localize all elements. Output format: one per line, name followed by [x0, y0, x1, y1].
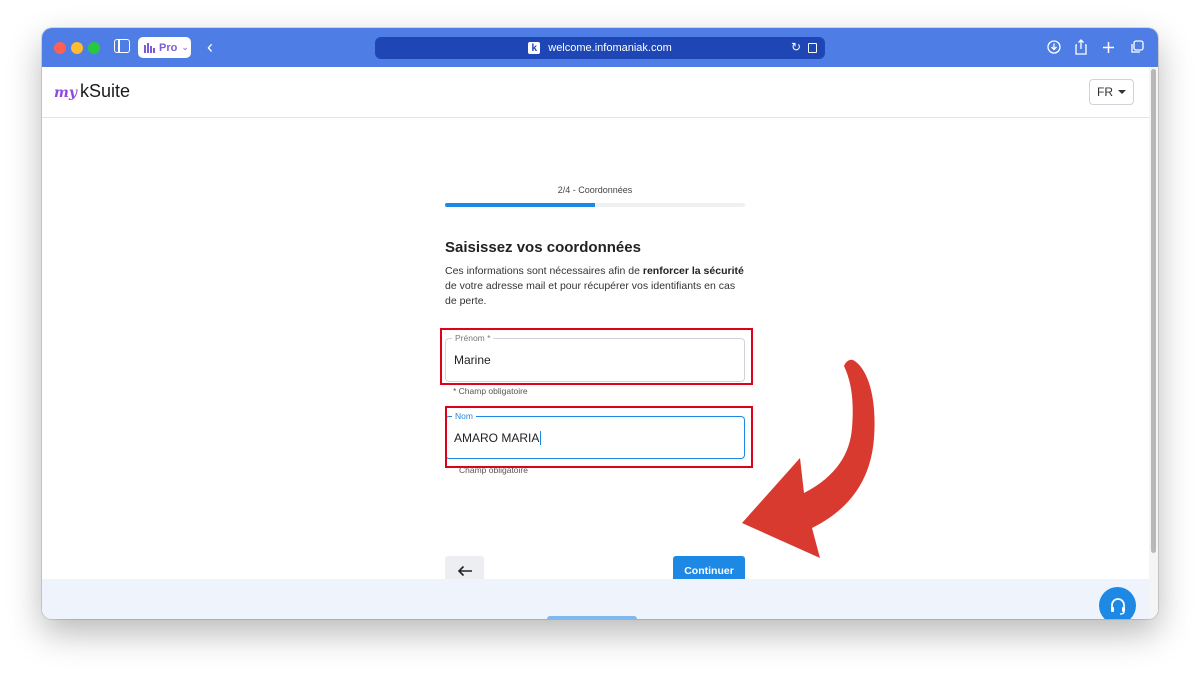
step-indicator: 2/4 - Coordonnées — [557, 185, 633, 195]
tab-overview-icon[interactable] — [1128, 38, 1146, 56]
logo-prefix: my — [54, 85, 77, 101]
desc-text-1: Ces informations sont nécessaires afin d… — [445, 265, 643, 277]
language-value: FR — [1097, 85, 1113, 99]
browser-window: Pro ⌄ ‹ k welcome.infomaniak.com ↻ my kS… — [42, 28, 1158, 619]
desc-text-2: de votre adresse mail et pour récupérer … — [445, 280, 736, 307]
browser-toolbar: Pro ⌄ ‹ k welcome.infomaniak.com ↻ — [42, 28, 1158, 67]
progress-fill — [445, 203, 595, 207]
url-text: welcome.infomaniak.com — [548, 42, 672, 54]
support-button[interactable] — [1099, 587, 1136, 619]
profile-label: Pro — [159, 41, 178, 54]
new-tab-icon[interactable] — [1099, 38, 1117, 56]
desc-bold-text: renforcer la sécurité — [642, 265, 744, 277]
site-favicon-icon: k — [528, 42, 541, 54]
annotation-arrow-icon — [742, 359, 875, 558]
progress-bar — [445, 203, 745, 207]
logo-name: kSuite — [79, 81, 130, 101]
share-icon[interactable] — [1072, 38, 1090, 56]
headset-icon — [1110, 597, 1125, 615]
site-header: my kSuite FR — [42, 67, 1149, 118]
page-content: my kSuite FR 2/4 - Coordonnées Saisissez… — [42, 67, 1158, 619]
page-scrollbar[interactable] — [1149, 67, 1158, 619]
sidebar-toggle-icon[interactable] — [114, 39, 130, 53]
highlight-box-firstname — [440, 328, 753, 385]
lastname-helper: Champ obligatoire — [459, 465, 528, 475]
arrow-left-icon — [457, 565, 472, 576]
zoom-window-button[interactable] — [88, 42, 100, 54]
profile-selector[interactable]: Pro ⌄ — [138, 37, 191, 58]
chevron-down-icon: ⌄ — [181, 42, 189, 52]
highlight-box-lastname — [445, 406, 753, 468]
language-selector[interactable]: FR — [1089, 79, 1134, 105]
address-bar[interactable]: k welcome.infomaniak.com ↻ — [375, 37, 825, 59]
mykSuite-logo[interactable]: my kSuite — [54, 81, 130, 102]
close-window-button[interactable] — [54, 42, 66, 54]
minimize-window-button[interactable] — [71, 42, 83, 54]
footer-logo — [547, 616, 637, 619]
download-icon[interactable] — [1045, 38, 1063, 56]
form-title: Saisissez vos coordonnées — [445, 239, 641, 256]
reload-icon[interactable]: ↻ — [791, 40, 801, 54]
profile-chart-icon — [144, 42, 155, 53]
caret-down-icon — [1118, 90, 1126, 94]
form-description: Ces informations sont nécessaires afin d… — [445, 264, 745, 309]
footer-band — [42, 579, 1149, 619]
reader-icon[interactable] — [808, 43, 817, 53]
firstname-helper: * Champ obligatoire — [453, 386, 528, 396]
back-nav-icon[interactable]: ‹ — [202, 37, 218, 57]
scrollbar-thumb[interactable] — [1151, 69, 1156, 553]
